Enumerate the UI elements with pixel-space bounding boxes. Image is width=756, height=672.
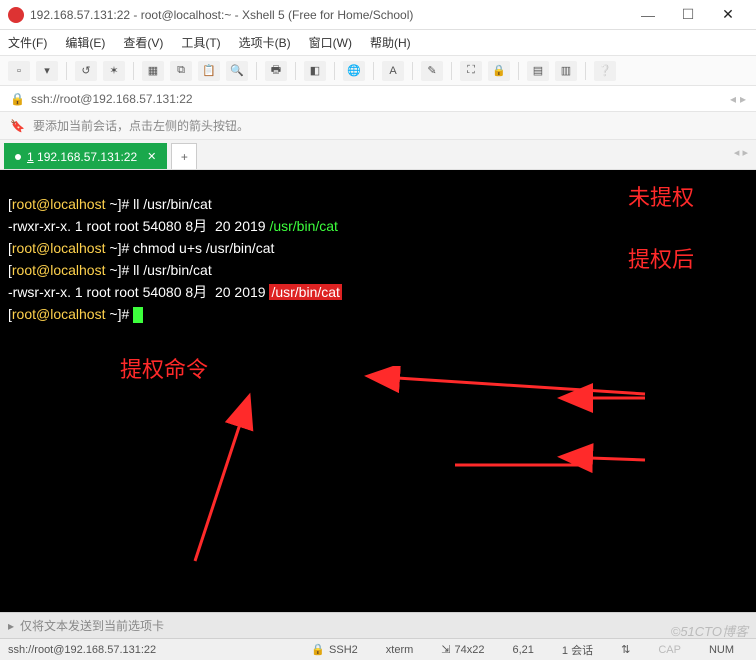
tool-globe[interactable]: 🌐 <box>343 61 365 81</box>
toolbar-separator <box>518 62 519 80</box>
terminal-pane[interactable]: [root@localhost ~]# ll /usr/bin/cat -rwx… <box>0 170 756 612</box>
toolbar-separator <box>66 62 67 80</box>
cursor <box>133 307 143 323</box>
status-connection: ssh://root@192.168.57.131:22 <box>8 644 156 656</box>
prompt-user: root@localhost <box>12 240 109 256</box>
annotation-arrows <box>25 366 745 612</box>
info-bar: 🔖 要添加当前会话，点击左侧的箭头按钮。 <box>0 112 756 140</box>
annotation-after: 提权后 <box>628 250 694 270</box>
toolbar-separator <box>451 62 452 80</box>
nav-prev-icon[interactable]: ◂ <box>730 92 736 106</box>
tab-number: 1 <box>27 150 34 164</box>
tab-bar: 1 192.168.57.131:22 ✕ + ◂ ▸ <box>0 140 756 170</box>
menu-file[interactable]: 文件(F) <box>8 34 47 51</box>
file-path-red: /usr/bin/cat <box>269 284 341 300</box>
prompt-user: root@localhost <box>12 196 109 212</box>
lock-icon: 🔒 <box>10 92 25 106</box>
tool-find[interactable]: 🔍 <box>226 61 248 81</box>
menu-edit[interactable]: 编辑(E) <box>65 34 105 51</box>
tool-open[interactable]: ▾ <box>36 61 58 81</box>
menu-help[interactable]: 帮助(H) <box>370 34 411 51</box>
file-perm: -rwxr-xr-x. 1 root root 54080 8月 20 2019 <box>8 218 269 234</box>
tool-layout-h[interactable]: ▤ <box>527 61 549 81</box>
tool-color[interactable]: ◧ <box>304 61 326 81</box>
tab-nav-arrows[interactable]: ◂ ▸ <box>734 146 748 159</box>
annotation-cmd: 提权命令 <box>120 360 208 380</box>
toolbar-separator <box>373 62 374 80</box>
tool-lock[interactable]: 🔒 <box>488 61 510 81</box>
watermark-text: ©51CTO博客 <box>671 621 748 640</box>
tab-close-icon[interactable]: ✕ <box>147 150 156 163</box>
status-num: NUM <box>709 642 734 658</box>
annotation-before: 未提权 <box>628 188 694 208</box>
tool-fullscreen[interactable]: ⛶ <box>460 61 482 81</box>
tool-help[interactable]: ❔ <box>594 61 616 81</box>
prompt-path: ~ <box>109 262 117 278</box>
plus-icon: + <box>181 150 188 164</box>
file-path-green: /usr/bin/cat <box>269 218 337 234</box>
tool-disconnect[interactable]: ✶ <box>103 61 125 81</box>
send-bar: ▸ 仅将文本发送到当前选项卡 <box>0 612 756 638</box>
toolbar-separator <box>295 62 296 80</box>
ribbon-icon[interactable]: 🔖 <box>10 119 25 133</box>
tool-copy[interactable]: ⧉ <box>170 61 192 81</box>
nav-next-icon[interactable]: ▸ <box>740 92 746 106</box>
prompt-path: ~ <box>109 240 117 256</box>
session-active-icon <box>15 154 21 160</box>
toolbar-separator <box>256 62 257 80</box>
tool-font[interactable]: A <box>382 61 404 81</box>
close-button[interactable]: ✕ <box>708 6 748 23</box>
app-icon <box>8 7 24 23</box>
status-proto: SSH2 <box>329 644 358 656</box>
address-bar: 🔒 ssh://root@192.168.57.131:22 ◂ ▸ <box>0 86 756 112</box>
menu-tools[interactable]: 工具(T) <box>181 34 220 51</box>
menu-tabs[interactable]: 选项卡(B) <box>239 34 291 51</box>
tool-props[interactable]: ▦ <box>142 61 164 81</box>
toolbar-separator <box>412 62 413 80</box>
info-text: 要添加当前会话，点击左侧的箭头按钮。 <box>33 117 249 134</box>
toolbar: ▫ ▾ ↺ ✶ ▦ ⧉ 📋 🔍 🖶 ◧ 🌐 A ✎ ⛶ 🔒 ▤ ▥ ❔ <box>0 56 756 86</box>
send-arrow-icon[interactable]: ▸ <box>8 619 14 633</box>
command-text: chmod u+s /usr/bin/cat <box>129 240 274 256</box>
file-perm: -rwsr-xr-x. 1 root root 54080 8月 20 2019 <box>8 284 269 300</box>
menu-bar: 文件(F) 编辑(E) 查看(V) 工具(T) 选项卡(B) 窗口(W) 帮助(… <box>0 30 756 56</box>
status-size: 74x22 <box>455 644 485 656</box>
tab-add[interactable]: + <box>171 143 197 169</box>
menu-view[interactable]: 查看(V) <box>123 34 163 51</box>
address-url[interactable]: ssh://root@192.168.57.131:22 <box>31 92 193 106</box>
prompt-path: ~ <box>109 306 117 322</box>
tool-compose[interactable]: ✎ <box>421 61 443 81</box>
status-sessions: 1 会话 <box>562 642 593 658</box>
minimize-button[interactable]: — <box>628 7 668 23</box>
prompt-user: root@localhost <box>12 262 109 278</box>
command-text: ll /usr/bin/cat <box>129 196 211 212</box>
command-text: ll /usr/bin/cat <box>129 262 211 278</box>
window-title: 192.168.57.131:22 - root@localhost:~ - X… <box>30 8 628 22</box>
status-cursor-pos: 6,21 <box>512 642 533 658</box>
toolbar-separator <box>133 62 134 80</box>
tab-session-1[interactable]: 1 192.168.57.131:22 ✕ <box>4 143 167 169</box>
tool-reconnect[interactable]: ↺ <box>75 61 97 81</box>
status-term: xterm <box>386 642 414 658</box>
send-text: 仅将文本发送到当前选项卡 <box>20 617 164 634</box>
ssh-lock-icon: 🔒 <box>311 643 325 656</box>
menu-window[interactable]: 窗口(W) <box>309 34 352 51</box>
toolbar-separator <box>585 62 586 80</box>
tool-paste[interactable]: 📋 <box>198 61 220 81</box>
maximize-button[interactable]: ☐ <box>668 6 708 23</box>
prompt-path: ~ <box>109 196 117 212</box>
tool-layout-v[interactable]: ▥ <box>555 61 577 81</box>
prompt-user: root@localhost <box>12 306 109 322</box>
tab-label: 192.168.57.131:22 <box>37 150 137 164</box>
tool-new[interactable]: ▫ <box>8 61 30 81</box>
tool-print[interactable]: 🖶 <box>265 61 287 81</box>
toolbar-separator <box>334 62 335 80</box>
window-titlebar: 192.168.57.131:22 - root@localhost:~ - X… <box>0 0 756 30</box>
status-cap: CAP <box>658 642 681 658</box>
status-bar: ssh://root@192.168.57.131:22 🔒 SSH2 xterm… <box>0 638 756 660</box>
